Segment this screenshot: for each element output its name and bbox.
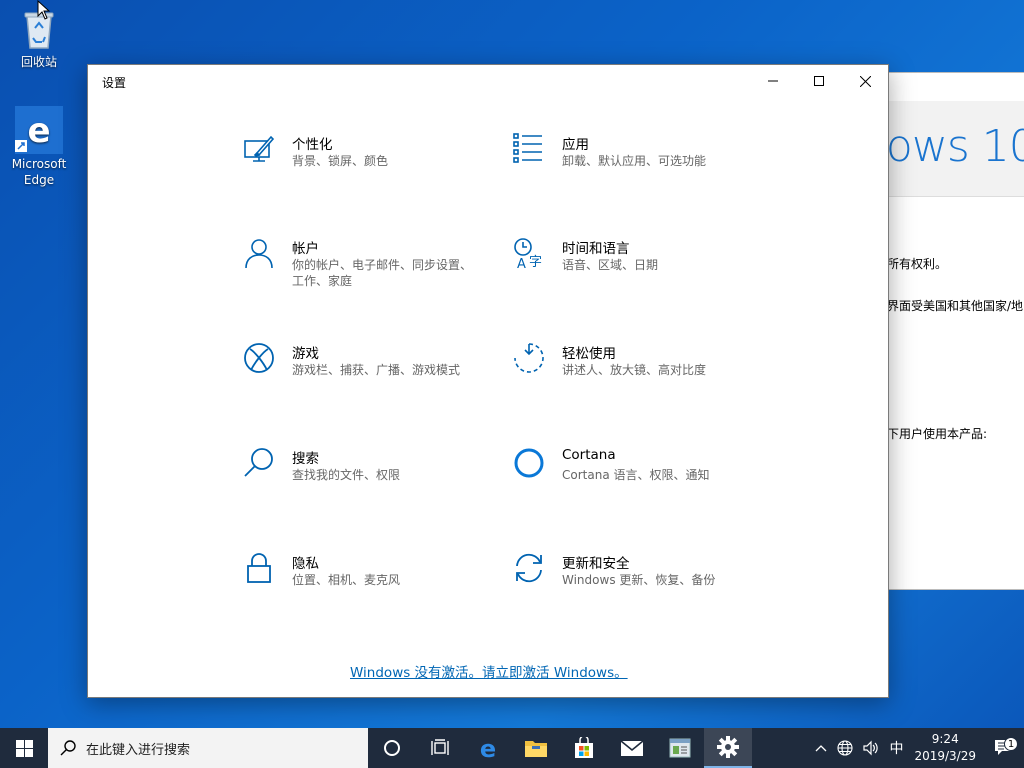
ease-of-access-icon [513,342,545,374]
tile-description: 位置、相机、麦克风 [292,573,401,587]
tile-privacy[interactable]: 隐私 位置、相机、麦克风 [243,552,493,612]
search-icon [60,740,76,756]
input-method-indicator[interactable]: 中 [884,738,908,758]
clock-time: 9:24 [931,732,959,746]
search-icon [243,447,275,479]
svg-text:A: A [517,257,526,269]
tile-name: 帐户 [292,241,319,257]
task-view-icon [431,739,449,755]
title-bar[interactable]: 设置 [88,65,888,97]
action-center-button[interactable]: 1 [982,737,1024,757]
taskbar-edge[interactable]: e [464,728,512,768]
taskbar-store[interactable] [560,728,608,768]
tile-description: 讲述人、放大镜、高对比度 [562,363,707,377]
globe-icon [837,740,854,756]
network-button[interactable] [832,740,858,756]
tile-description: 语音、区域、日期 [562,258,659,272]
tile-description: Windows 更新、恢复、备份 [562,573,716,587]
desktop-icon-label: 回收站 [20,55,57,69]
window-title: 设置 [102,76,127,90]
clock[interactable]: 9:24 2019/3/29 [908,731,982,765]
folder-icon [525,741,547,757]
tile-cortana[interactable]: Cortana Cortana 语言、权限、通知 [513,447,763,507]
license-text: 所有权利。 [887,257,948,271]
taskbar-app-window[interactable] [656,728,704,768]
personalization-icon [243,133,275,165]
tile-description: 查找我的文件、权限 [292,468,401,482]
update-icon [513,552,545,584]
time-language-icon: A 字 [513,237,545,272]
taskbar-settings[interactable] [704,728,752,768]
tile-personalization[interactable]: 个性化 背景、锁屏、颜色 [243,133,493,193]
license-text: 下用户使用本产品: [887,427,988,441]
taskbar-search-box[interactable]: 在此键入进行搜索 [48,728,368,768]
mail-icon [620,740,644,756]
accounts-icon [243,237,275,269]
mouse-cursor-icon [37,0,51,24]
cortana-icon [513,447,545,479]
volume-button[interactable] [858,740,884,756]
windows-logo-icon [15,739,33,757]
xbox-icon [243,342,275,374]
minimize-icon [768,80,778,82]
settings-window[interactable]: 设置 个性化 背景、锁屏、颜色 应用 卸载、默认应用、可选功能 帐户 你的帐户、… [87,64,889,698]
tile-gaming[interactable]: 游戏 游戏栏、捕获、广播、游戏模式 [243,342,493,402]
tile-description: 你的帐户、电子邮件、同步设置、工作、家庭 [292,258,473,288]
minimize-button[interactable] [750,65,796,97]
system-window-icon [669,738,691,758]
lock-icon [243,552,275,584]
svg-text:e: e [27,111,50,151]
tile-name: 更新和安全 [562,556,630,572]
taskbar-mail[interactable] [608,728,656,768]
license-text: 界面受美国和其他国家/地区 [887,299,1024,313]
show-hidden-icons-button[interactable] [810,744,832,752]
tile-name: 时间和语言 [562,241,630,257]
tile-time-language[interactable]: A 字 时间和语言 语音、区域、日期 [513,237,763,297]
tile-name: 隐私 [292,556,319,572]
search-placeholder: 在此键入进行搜索 [86,742,191,758]
svg-text:字: 字 [529,255,542,269]
close-button[interactable] [842,65,888,97]
maximize-icon [814,76,824,86]
tile-name: 轻松使用 [562,346,616,362]
tile-name: 搜索 [292,451,319,467]
edge-icon: e [480,736,496,760]
tile-update-security[interactable]: 更新和安全 Windows 更新、恢复、备份 [513,552,763,612]
clock-date: 2019/3/29 [914,749,976,763]
tile-description: 游戏栏、捕获、广播、游戏模式 [292,363,461,377]
svg-text:e: e [480,736,496,760]
tile-description: 卸载、默认应用、可选功能 [562,154,707,168]
cortana-button[interactable] [368,728,416,768]
task-view-button[interactable] [416,728,464,768]
start-button[interactable] [0,728,48,768]
activate-windows-link[interactable]: Windows 没有激活。请立即激活 Windows。 [350,661,628,681]
tile-name: 应用 [562,137,589,153]
chevron-up-icon [816,745,827,752]
apps-icon [513,133,545,165]
tile-description: 背景、锁屏、颜色 [292,154,389,168]
speaker-icon [863,740,879,756]
cortana-circle-icon [384,740,400,756]
close-icon [859,75,871,87]
tile-description: Cortana 语言、权限、通知 [562,468,710,482]
maximize-button[interactable] [796,65,842,97]
tile-name: Cortana [562,447,616,463]
taskbar: 在此键入进行搜索 e 中 9:24 2019/3/29 1 [0,728,1024,768]
tile-search[interactable]: 搜索 查找我的文件、权限 [243,447,493,507]
store-icon [575,737,593,758]
tile-name: 游戏 [292,346,319,362]
taskbar-file-explorer[interactable] [512,728,560,768]
notification-count-badge: 1 [1004,737,1018,751]
system-tray: 中 9:24 2019/3/29 1 [810,728,1024,768]
desktop-icon-edge[interactable]: e Microsoft Edge [3,106,75,188]
tile-accounts[interactable]: 帐户 你的帐户、电子邮件、同步设置、工作、家庭 [243,237,493,297]
tile-name: 个性化 [292,137,333,153]
tile-ease-of-access[interactable]: 轻松使用 讲述人、放大镜、高对比度 [513,342,763,402]
gear-icon [717,736,739,758]
desktop-icon-label: Microsoft Edge [11,157,67,187]
edge-icon: e [15,106,63,154]
tile-apps[interactable]: 应用 卸载、默认应用、可选功能 [513,133,763,193]
